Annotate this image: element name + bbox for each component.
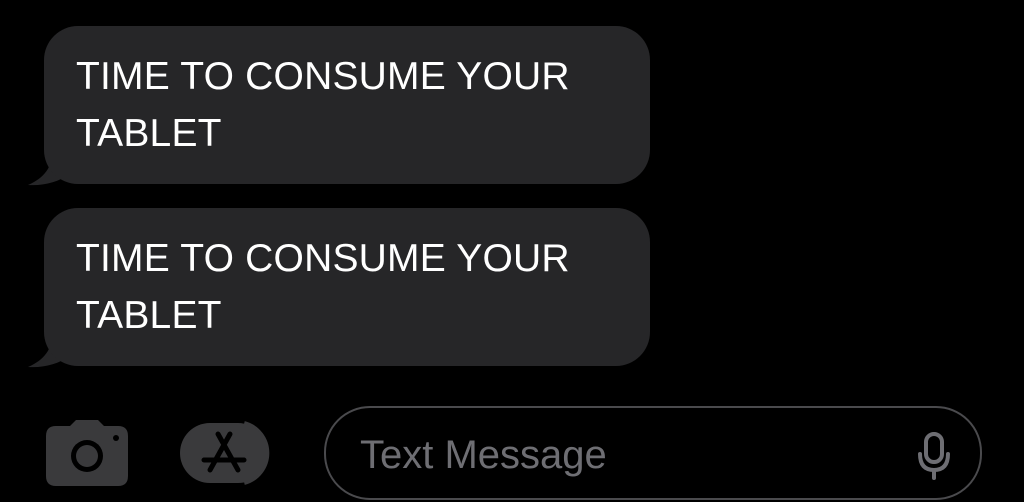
message-bubble[interactable]: TIME TO CONSUME YOUR TABLET — [26, 26, 652, 186]
app-store-icon — [180, 421, 270, 485]
message-thread: TIME TO CONSUME YOUR TABLET TIME TO CONS… — [0, 0, 1024, 400]
message-bubble[interactable]: TIME TO CONSUME YOUR TABLET — [26, 208, 652, 368]
app-store-button[interactable] — [180, 420, 284, 486]
message-input[interactable]: Text Message — [324, 406, 982, 500]
camera-button[interactable] — [46, 420, 128, 486]
microphone-icon[interactable] — [916, 432, 952, 480]
message-text: TIME TO CONSUME YOUR TABLET — [44, 26, 650, 184]
message-input-placeholder: Text Message — [360, 433, 607, 477]
camera-icon — [46, 420, 128, 486]
message-text: TIME TO CONSUME YOUR TABLET — [44, 208, 650, 366]
